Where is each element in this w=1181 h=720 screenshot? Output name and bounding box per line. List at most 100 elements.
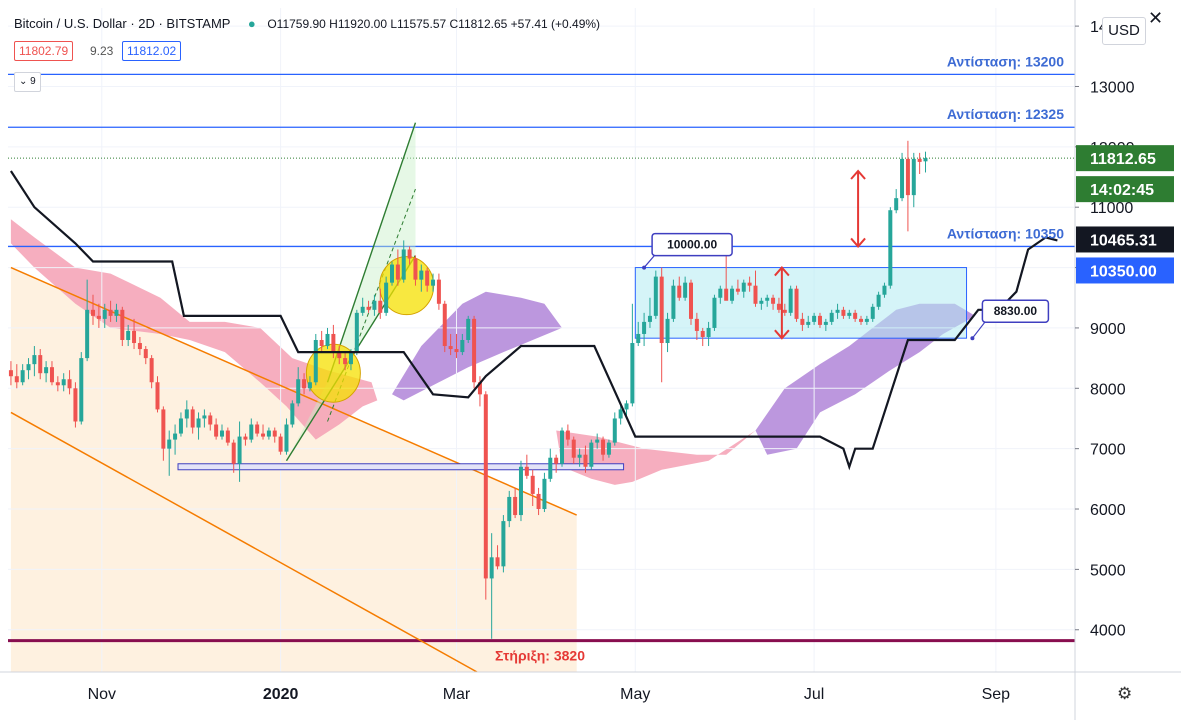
candle-body — [448, 346, 453, 350]
candle-body — [49, 367, 54, 383]
candle-body — [606, 442, 611, 455]
candle-body — [759, 300, 764, 304]
candle-body — [413, 258, 418, 280]
candle-body — [513, 496, 518, 516]
candle-body — [741, 282, 746, 292]
candle-body — [700, 330, 705, 337]
price-axis — [1075, 0, 1181, 720]
candle-body — [788, 288, 793, 313]
candle-up — [466, 315, 471, 344]
candle-body — [782, 309, 787, 313]
ohlc-values: O11759.90 H11920.00 L11575.57 C11812.65 … — [267, 17, 601, 31]
candle-body — [923, 158, 928, 162]
bid-price[interactable]: 11802.79 — [14, 41, 74, 61]
candle-up — [671, 279, 676, 322]
x-tick-label: Jul — [804, 686, 824, 703]
candle-up — [653, 270, 658, 319]
candle-body — [401, 249, 406, 280]
candle-body — [735, 288, 740, 292]
candle-body — [683, 282, 688, 298]
candle-body — [225, 430, 230, 443]
x-tick-label: May — [620, 686, 650, 703]
y-tick-label: 7000 — [1090, 442, 1126, 459]
close-icon[interactable]: ✕ — [1148, 8, 1163, 29]
candle-body — [530, 475, 535, 494]
candle-down — [688, 279, 693, 325]
support-zone — [177, 463, 625, 471]
price-tag-text: 10465.31 — [1090, 232, 1157, 249]
candle-body — [79, 358, 84, 422]
candle-body — [44, 367, 49, 374]
candle-body — [372, 300, 377, 310]
candle-body — [261, 433, 266, 437]
candle-up — [888, 207, 893, 289]
candle-down — [442, 300, 447, 353]
candle-up — [313, 333, 318, 386]
candle-body — [202, 415, 207, 419]
y-tick-label: 6000 — [1090, 502, 1126, 519]
candle-body — [325, 333, 330, 347]
candle-body — [612, 418, 617, 443]
candle-body — [14, 376, 19, 383]
candle-body — [454, 349, 459, 353]
candle-body — [595, 439, 600, 443]
candle-body — [184, 409, 189, 419]
candle-body — [96, 315, 101, 319]
callout-anchor — [642, 265, 647, 270]
candle-body — [841, 309, 846, 316]
candle-body — [724, 288, 729, 301]
candle-body — [272, 430, 277, 437]
candle-body — [319, 340, 324, 347]
candle-body — [876, 294, 881, 307]
candle-body — [8, 370, 13, 377]
candle-body — [776, 303, 781, 310]
y-tick-label: 11000 — [1090, 200, 1133, 217]
candle-body — [114, 309, 119, 316]
candle-body — [905, 158, 910, 196]
candle-body — [296, 379, 301, 404]
gear-icon[interactable]: ⚙ — [1117, 684, 1132, 704]
candle-body — [524, 466, 529, 476]
candle-body — [132, 330, 137, 344]
candle-body — [91, 309, 96, 316]
callout-text: 10000.00 — [667, 238, 717, 252]
candle-body — [771, 297, 776, 304]
candle-up — [290, 400, 295, 428]
y-tick-label: 4000 — [1090, 623, 1126, 640]
candle-body — [747, 282, 752, 286]
candle-body — [507, 496, 512, 522]
candle-body — [219, 430, 224, 437]
candle-body — [67, 379, 72, 389]
ask-price[interactable]: 11812.02 — [122, 41, 182, 61]
price-tag-text: 14:02:45 — [1090, 182, 1154, 199]
candle-down — [472, 315, 477, 389]
resistance-label: Αντίσταση: 12325 — [947, 106, 1064, 122]
candle-body — [589, 442, 594, 467]
candle-down — [278, 433, 283, 455]
candle-body — [694, 318, 699, 331]
candle-body — [243, 436, 248, 440]
candle-body — [196, 418, 201, 428]
candle-body — [560, 430, 565, 464]
candle-up — [390, 261, 395, 286]
candle-body — [384, 282, 389, 313]
candle-body — [120, 309, 125, 340]
candle-body — [214, 424, 219, 437]
candle-body — [554, 457, 559, 464]
candle-body — [653, 276, 658, 316]
price-tag: 10350.00 — [1076, 257, 1174, 284]
indicators-toggle[interactable]: ⌄ 9 — [14, 72, 41, 92]
candle-body — [630, 343, 635, 404]
candle-body — [237, 436, 242, 464]
candle-body — [624, 403, 629, 410]
candle-body — [565, 430, 570, 440]
candle-body — [812, 315, 817, 322]
currency-button[interactable]: USD — [1102, 17, 1146, 45]
price-chart[interactable]: 10000.00 8830.00 Αντίσταση: 13200 Αντίσταση… — [0, 0, 1181, 720]
candle-body — [794, 288, 799, 319]
candle-up — [501, 515, 506, 573]
candle-body — [677, 285, 682, 298]
candle-body — [143, 349, 148, 359]
candle-body — [518, 466, 523, 516]
candle-body — [419, 270, 424, 280]
